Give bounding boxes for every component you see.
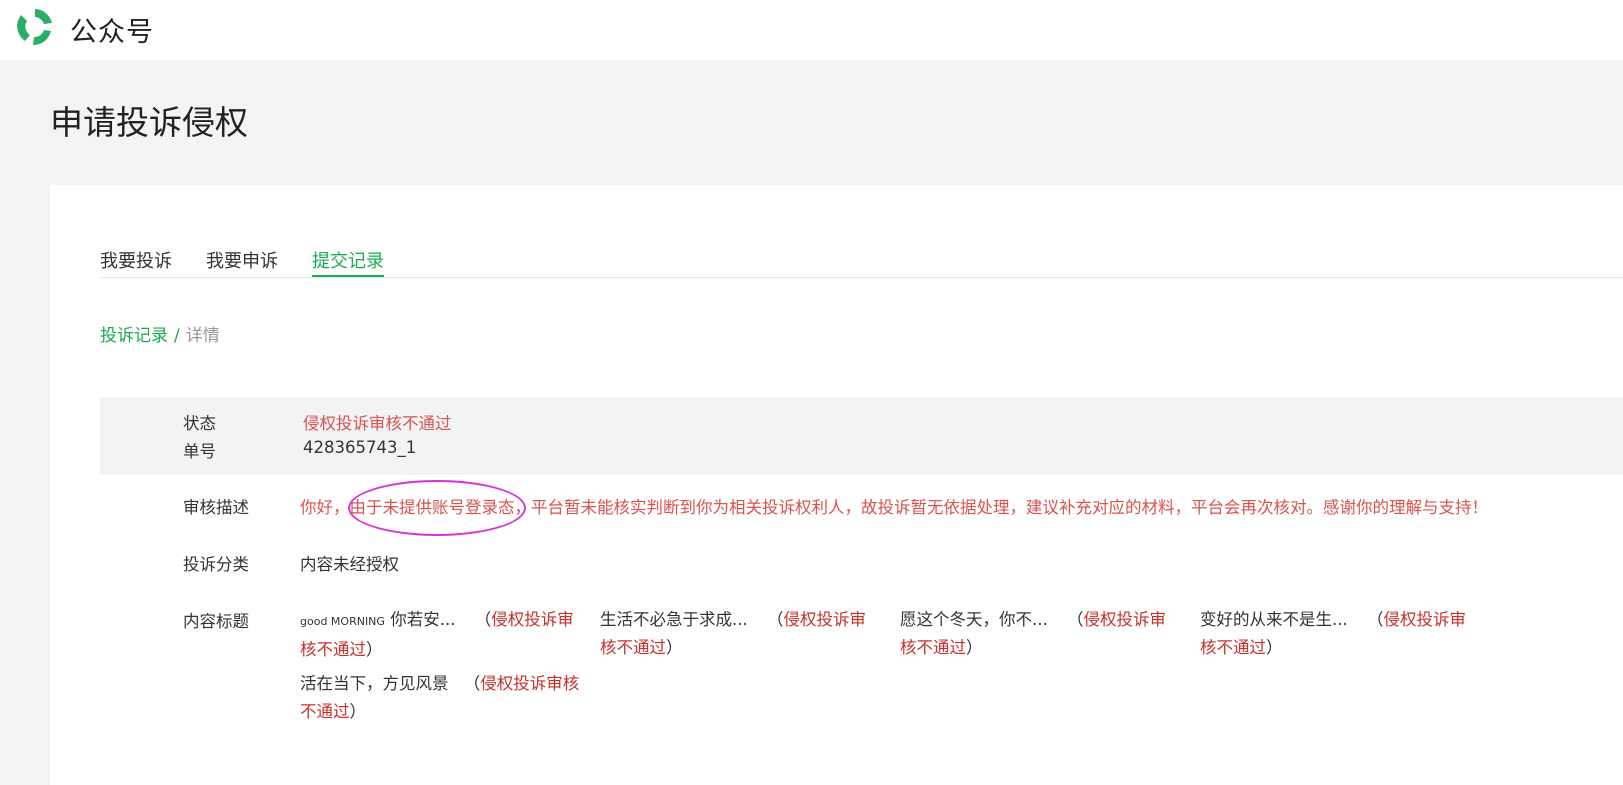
- content-title-item[interactable]: 变好的从来不是生... （侵权投诉审 核不通过）: [1200, 606, 1490, 662]
- title-status-cont: 核不通过: [300, 640, 366, 659]
- title-status-cont: 不通过: [300, 702, 350, 721]
- paren-close: ）: [1266, 638, 1283, 657]
- paren-close: ）: [366, 640, 383, 659]
- official-accounts-logo-icon[interactable]: [14, 6, 56, 48]
- paren-open: （: [767, 610, 784, 629]
- title-status-cont: 核不通过: [1200, 638, 1266, 657]
- number-value: 428365743_1: [303, 438, 417, 457]
- paren-open: （: [474, 610, 492, 629]
- title-small-text: good MORNING: [300, 615, 385, 628]
- status-panel: 状态 侵权投诉审核不通过 单号 428365743_1: [100, 397, 1623, 475]
- title-status-cont: 核不通过: [900, 638, 966, 657]
- title-text: 变好的从来不是生...: [1200, 610, 1348, 629]
- content-title-item[interactable]: 活在当下，方见风景 （侵权投诉审核 不通过）: [300, 670, 600, 726]
- top-bar: 公众号: [0, 0, 1623, 60]
- category-label: 投诉分类: [183, 555, 249, 574]
- tab-appeal[interactable]: 我要申诉: [206, 247, 278, 276]
- breadcrumb-separator: /: [174, 326, 180, 346]
- title-text: 愿这个冬天，你不...: [900, 610, 1048, 629]
- tab-bar: 我要投诉 我要申诉 提交记录: [100, 247, 1623, 278]
- title-text: 生活不必急于求成...: [600, 610, 748, 629]
- title-text: 你若安...: [384, 610, 456, 629]
- annotation-circle: [348, 480, 526, 536]
- breadcrumb: 投诉记录 / 详情: [100, 321, 220, 346]
- breadcrumb-complaint-records-link[interactable]: 投诉记录: [100, 326, 168, 346]
- category-value: 内容未经授权: [300, 555, 399, 574]
- content-card: 我要投诉 我要申诉 提交记录 投诉记录 / 详情 状态 侵权投诉审核不通过 单号 4…: [50, 185, 1623, 785]
- content-titles-label: 内容标题: [183, 612, 249, 631]
- paren-open: （: [463, 674, 481, 693]
- paren-close: ）: [349, 702, 367, 721]
- number-label: 单号: [183, 442, 216, 461]
- title-status: 侵权投诉审: [491, 610, 574, 629]
- status-value: 侵权投诉审核不通过: [303, 414, 452, 433]
- paren-close: ）: [966, 638, 983, 657]
- paren-close: ）: [666, 638, 683, 657]
- status-label: 状态: [183, 414, 216, 433]
- brand-title: 公众号: [70, 17, 154, 48]
- title-status: 侵权投诉审: [1383, 610, 1467, 629]
- content-title-item[interactable]: 生活不必急于求成... （侵权投诉审 核不通过）: [600, 606, 890, 662]
- tab-submission-records[interactable]: 提交记录: [312, 247, 384, 277]
- paren-open: （: [1067, 610, 1084, 629]
- review-label: 审核描述: [183, 498, 249, 517]
- title-text: 活在当下，方见风景: [300, 674, 449, 693]
- breadcrumb-current: 详情: [185, 326, 220, 346]
- page-title: 申请投诉侵权: [50, 103, 248, 142]
- title-status-cont: 核不通过: [600, 638, 666, 657]
- content-title-item[interactable]: 愿这个冬天，你不... （侵权投诉审 核不通过）: [900, 606, 1190, 662]
- tab-complain[interactable]: 我要投诉: [100, 247, 172, 276]
- title-status: 侵权投诉审: [1083, 610, 1167, 629]
- title-status: 侵权投诉审: [783, 610, 867, 629]
- content-title-item[interactable]: good MORNING 你若安... （侵权投诉审 核不通过）: [300, 606, 590, 664]
- title-status: 侵权投诉审核: [480, 674, 580, 693]
- paren-open: （: [1367, 610, 1384, 629]
